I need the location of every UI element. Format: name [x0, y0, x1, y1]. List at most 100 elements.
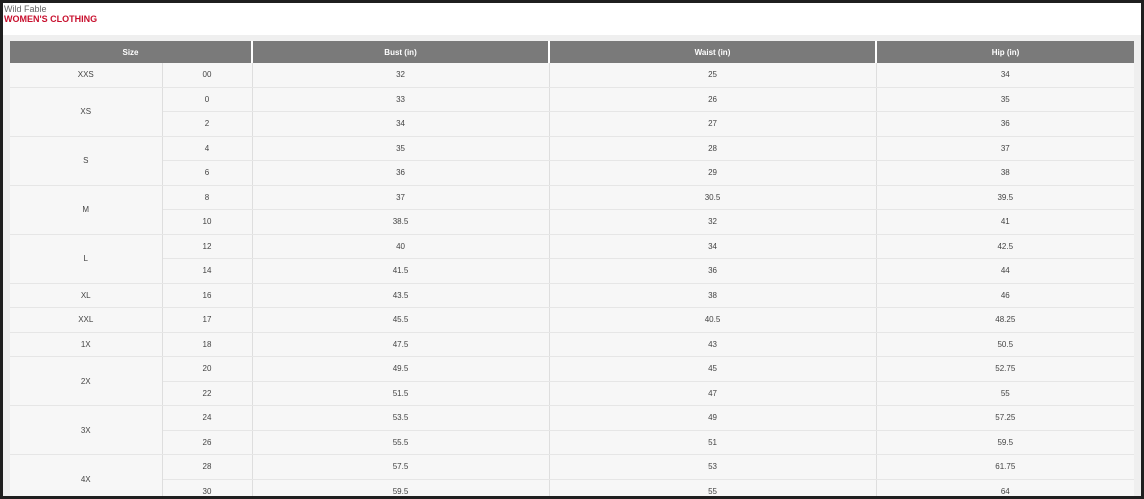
size-label-cell: L [10, 234, 163, 284]
waist-cell: 25 [549, 63, 877, 88]
numeric-size-cell: 00 [162, 63, 253, 88]
bust-cell: 37 [252, 185, 550, 210]
waist-cell: 27 [549, 111, 877, 137]
hip-cell: 37 [876, 136, 1135, 161]
hip-cell: 39.5 [876, 185, 1135, 210]
size-label-cell: 1X [10, 332, 163, 357]
bust-cell: 35 [252, 136, 550, 161]
header-bust: Bust (in) [252, 41, 551, 63]
hip-cell: 46 [876, 283, 1135, 308]
numeric-size-cell: 20 [162, 356, 253, 382]
size-table: Size Bust (in) Waist (in) Hip (in) XXS 00… [10, 41, 1135, 496]
waist-cell: 38 [549, 283, 877, 308]
size-label-cell: XXS [10, 63, 163, 88]
hip-cell: 38 [876, 160, 1135, 186]
numeric-size-cell: 12 [162, 234, 253, 259]
waist-cell: 36 [549, 258, 877, 284]
waist-cell: 32 [549, 209, 877, 235]
table-body: XXS 00 32 25 34 XS 0 33 26 35 2 34 27 36 S 4 35 28 37 6 36 29… [10, 63, 1135, 496]
table-row: XL 16 43.5 38 46 [10, 283, 1135, 308]
size-label-cell: XS [10, 87, 163, 137]
hip-cell: 44 [876, 258, 1135, 284]
table-row: 3X 24 53.5 49 57.25 [10, 405, 1135, 455]
hip-cell: 59.5 [876, 430, 1135, 455]
bust-cell: 32 [252, 63, 550, 88]
numeric-size-cell: 14 [162, 258, 253, 284]
page-frame: Wild Fable WOMEN'S CLOTHING Size Bust (i… [3, 3, 1141, 496]
brand-name: Wild Fable [4, 4, 47, 14]
waist-cell: 43 [549, 332, 877, 357]
waist-cell: 53 [549, 454, 877, 480]
numeric-size-cell: 16 [162, 283, 253, 308]
numeric-size-cell: 8 [162, 185, 253, 210]
table-row: XS 0 33 26 35 [10, 87, 1135, 137]
waist-cell: 47 [549, 381, 877, 406]
bust-cell: 57.5 [252, 454, 550, 480]
size-label-cell: XL [10, 283, 163, 308]
hip-cell: 50.5 [876, 332, 1135, 357]
hip-cell: 42.5 [876, 234, 1135, 259]
size-label-cell: 3X [10, 405, 163, 455]
hip-cell: 57.25 [876, 405, 1135, 431]
size-label-cell: M [10, 185, 163, 235]
hip-cell: 48.25 [876, 307, 1135, 333]
header-waist: Waist (in) [549, 41, 878, 63]
table-row: 14 41.5 36 44 [10, 258, 1135, 284]
table-row: XXL 17 45.5 40.5 48.25 [10, 307, 1135, 333]
numeric-size-cell: 24 [162, 405, 253, 431]
table-row: M 8 37 30.5 39.5 [10, 185, 1135, 235]
header-size: Size [10, 41, 254, 63]
bust-cell: 53.5 [252, 405, 550, 431]
hip-cell: 52.75 [876, 356, 1135, 382]
hip-cell: 55 [876, 381, 1135, 406]
hip-cell: 36 [876, 111, 1135, 137]
table-row: S 4 35 28 37 [10, 136, 1135, 186]
bust-cell: 34 [252, 111, 550, 137]
table-row: 22 51.5 47 55 [10, 381, 1135, 406]
waist-cell: 51 [549, 430, 877, 455]
table-header-row: Size Bust (in) Waist (in) Hip (in) [10, 41, 1135, 63]
waist-cell: 34 [549, 234, 877, 259]
bust-cell: 36 [252, 160, 550, 186]
numeric-size-cell: 17 [162, 307, 253, 333]
bust-cell: 41.5 [252, 258, 550, 284]
numeric-size-cell: 18 [162, 332, 253, 357]
hip-cell: 35 [876, 87, 1135, 112]
waist-cell: 26 [549, 87, 877, 112]
bust-cell: 51.5 [252, 381, 550, 406]
bust-cell: 45.5 [252, 307, 550, 333]
bust-cell: 55.5 [252, 430, 550, 455]
size-label-cell: S [10, 136, 163, 186]
waist-cell: 30.5 [549, 185, 877, 210]
bust-cell: 59.5 [252, 479, 550, 496]
size-label-cell: XXL [10, 307, 163, 333]
bust-cell: 47.5 [252, 332, 550, 357]
numeric-size-cell: 10 [162, 209, 253, 235]
table-row: 1X 18 47.5 43 50.5 [10, 332, 1135, 357]
numeric-size-cell: 30 [162, 479, 253, 496]
table-row: 10 38.5 32 41 [10, 209, 1135, 235]
size-chart: Size Bust (in) Waist (in) Hip (in) XXS 00… [10, 41, 1135, 496]
bust-cell: 38.5 [252, 209, 550, 235]
table-row: 2 34 27 36 [10, 111, 1135, 137]
numeric-size-cell: 26 [162, 430, 253, 455]
table-row: 30 59.5 55 64 [10, 479, 1135, 496]
waist-cell: 49 [549, 405, 877, 431]
waist-cell: 40.5 [549, 307, 877, 333]
hip-cell: 34 [876, 63, 1135, 88]
bust-cell: 33 [252, 87, 550, 112]
numeric-size-cell: 6 [162, 160, 253, 186]
table-row: 6 36 29 38 [10, 160, 1135, 186]
hip-cell: 64 [876, 479, 1135, 496]
page-title: WOMEN'S CLOTHING [4, 14, 98, 24]
numeric-size-cell: 28 [162, 454, 253, 480]
size-label-cell: 4X [10, 454, 163, 496]
waist-cell: 45 [549, 356, 877, 382]
table-row: XXS 00 32 25 34 [10, 63, 1135, 88]
numeric-size-cell: 0 [162, 87, 253, 112]
numeric-size-cell: 4 [162, 136, 253, 161]
hip-cell: 41 [876, 209, 1135, 235]
bust-cell: 49.5 [252, 356, 550, 382]
table-row: 2X 20 49.5 45 52.75 [10, 356, 1135, 406]
hip-cell: 61.75 [876, 454, 1135, 480]
